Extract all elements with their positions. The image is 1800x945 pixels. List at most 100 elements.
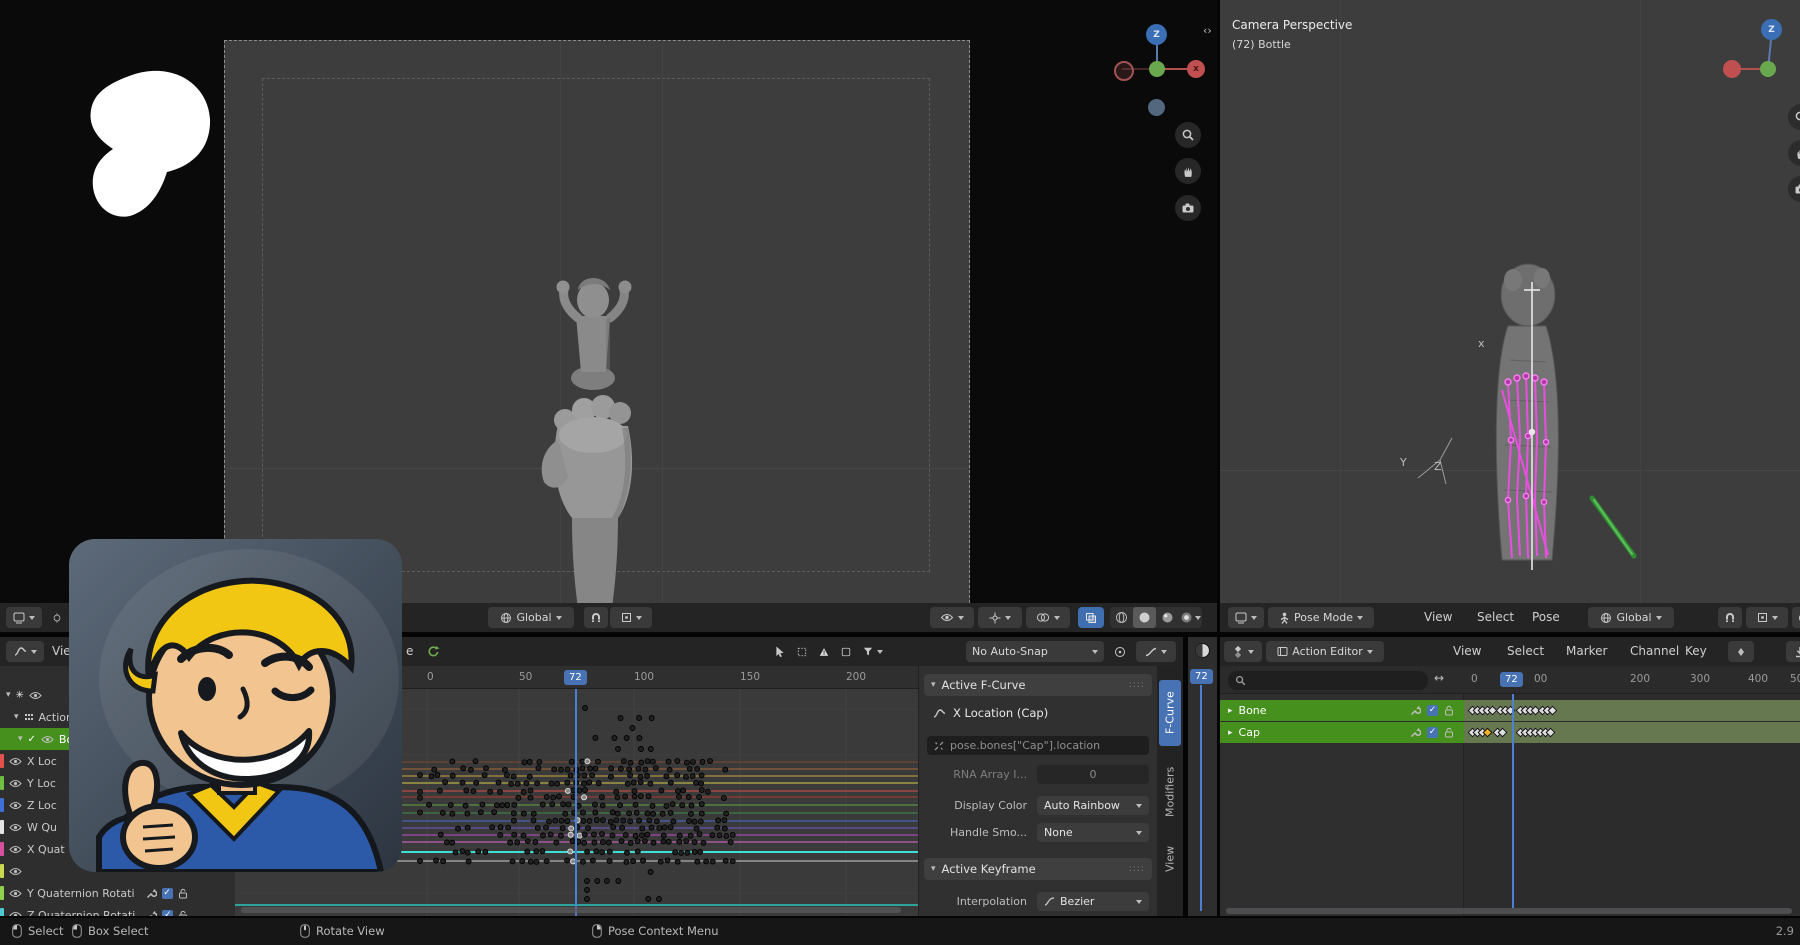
editor-type-icon[interactable] [1194, 642, 1211, 659]
filter-dropdown[interactable] [857, 641, 889, 662]
refresh-button[interactable] [420, 641, 446, 662]
zoom-button[interactable] [1175, 122, 1201, 148]
action-channel-row[interactable]: ▸Cap✓ [1220, 722, 1800, 743]
snap-toggle-button[interactable] [1718, 607, 1742, 628]
eye-icon[interactable] [9, 779, 22, 788]
eye-icon[interactable] [9, 889, 22, 898]
action-channel-cell[interactable]: ▸Bone✓ [1220, 700, 1464, 721]
rna-array-field[interactable]: 0 [1037, 765, 1149, 784]
eye-icon[interactable] [9, 801, 22, 810]
action-channel-area[interactable]: ▸Bone✓▸Cap✓ [1220, 694, 1800, 916]
ghost-curves-button[interactable] [835, 641, 857, 662]
menu-pose[interactable]: Pose [1532, 610, 1560, 624]
checkbox-checked[interactable]: ✓ [1427, 727, 1438, 738]
editor-type-button[interactable] [6, 607, 42, 628]
action-channel-cell[interactable]: ▸Cap✓ [1220, 722, 1464, 743]
action-key-band[interactable] [1464, 722, 1800, 743]
gizmo-z-axis[interactable]: Z [1761, 19, 1782, 40]
eye-icon[interactable] [29, 691, 42, 700]
editor-type-button[interactable] [6, 641, 44, 662]
overlays-dropdown[interactable] [1026, 607, 1070, 628]
keyframe-diamond[interactable] [1483, 728, 1493, 738]
gizmos-dropdown[interactable] [978, 607, 1022, 628]
expand-triangle-icon[interactable]: ▸ [1228, 728, 1233, 738]
nav-gizmo[interactable]: Z x [1100, 18, 1217, 128]
eye-icon[interactable] [9, 757, 22, 766]
gizmo-camera-dot[interactable] [1148, 99, 1165, 116]
editor-type-button[interactable] [1224, 641, 1262, 662]
camera-view-button[interactable] [1788, 176, 1800, 202]
checkbox-checked[interactable]: ✓ [162, 910, 173, 917]
wrench-icon[interactable] [1410, 705, 1421, 716]
warning-button[interactable] [813, 641, 835, 662]
graph-channel-row[interactable]: Z Quaternion Rotati✓ [0, 904, 235, 916]
camera-view-button[interactable] [1175, 195, 1201, 221]
rna-path-field[interactable]: pose.bones["Cap"].location [927, 736, 1149, 755]
shading-rendered-button[interactable] [1179, 611, 1202, 624]
move-view-button[interactable] [1788, 140, 1800, 166]
push-down-button[interactable] [1786, 641, 1800, 662]
lock-icon[interactable] [178, 910, 188, 917]
checkbox-checked[interactable]: ✓ [1427, 705, 1438, 716]
lock-icon[interactable] [1444, 727, 1454, 738]
viewport-3d-right[interactable]: Camera Perspective (72) Bottle [1220, 0, 1800, 603]
playhead-line[interactable] [1200, 685, 1202, 911]
gizmo-x-axis[interactable]: x [1187, 60, 1205, 78]
normalize-label-fragment[interactable]: e [406, 644, 413, 658]
keyframe-diamond[interactable] [1498, 728, 1508, 738]
expand-triangle-icon[interactable]: ▾ [6, 690, 11, 700]
action-key-band[interactable] [1464, 700, 1800, 721]
wrench-icon[interactable] [146, 910, 157, 917]
graph-horizontal-scrollbar[interactable] [241, 907, 901, 913]
transform-orientation-dropdown[interactable]: Global [1588, 607, 1674, 628]
gizmo-y-axis[interactable] [1149, 61, 1165, 77]
shading-solid-button[interactable] [1133, 607, 1156, 628]
eye-icon[interactable] [9, 911, 22, 917]
expand-triangle-icon[interactable]: ▾ [18, 734, 23, 744]
menu-view[interactable]: View [1424, 610, 1452, 624]
playhead-line[interactable] [1512, 694, 1514, 908]
snap-toggle-button[interactable] [584, 607, 608, 628]
panel-active-keyframe-header[interactable]: ▾ Active Keyframe :::: [924, 858, 1152, 880]
wrench-icon[interactable] [146, 888, 157, 899]
shading-wireframe-button[interactable] [1110, 611, 1133, 624]
visibility-dropdown[interactable] [930, 607, 974, 628]
wrench-icon[interactable] [1410, 727, 1421, 738]
gizmo-z-axis[interactable]: Z [1146, 24, 1167, 45]
proportional-edit-button[interactable] [1108, 641, 1132, 662]
menu-view[interactable]: View [1453, 644, 1481, 658]
interpolation-dropdown[interactable]: Bezier [1037, 892, 1149, 911]
playhead-frame-badge[interactable]: 72 [564, 670, 587, 685]
zoom-button[interactable] [1788, 104, 1800, 130]
action-horizontal-scrollbar[interactable] [1226, 908, 1792, 914]
display-color-dropdown[interactable]: Auto Rainbow [1037, 796, 1149, 815]
sub-mode-dropdown[interactable]: Action Editor [1266, 641, 1384, 662]
mode-dropdown[interactable]: Pose Mode [1268, 607, 1374, 628]
falloff-dropdown[interactable] [1136, 641, 1176, 662]
menu-marker[interactable]: Marker [1566, 644, 1607, 658]
mini-timeline[interactable]: 72 [1188, 637, 1217, 916]
action-channel-row[interactable]: ▸Bone✓ [1220, 700, 1800, 721]
eye-icon[interactable] [9, 867, 22, 876]
menu-channel[interactable]: Channel [1630, 644, 1679, 658]
tab-fcurve[interactable]: F-Curve [1159, 680, 1181, 746]
auto-snap-dropdown[interactable]: No Auto-Snap [966, 641, 1104, 662]
eye-icon[interactable] [41, 735, 54, 744]
marquee-select-button[interactable] [791, 641, 813, 662]
editor-type-button[interactable] [1228, 607, 1264, 628]
menu-key[interactable]: Key [1685, 644, 1707, 658]
lock-icon[interactable] [178, 888, 188, 899]
lock-icon[interactable] [1444, 705, 1454, 716]
checkbox-checked[interactable]: ✓ [162, 888, 173, 899]
transform-orientation-dropdown[interactable]: Global [488, 607, 574, 628]
panel-active-fcurve-header[interactable]: ▾ Active F-Curve :::: [924, 674, 1152, 696]
playhead-frame-badge[interactable]: 72 [1500, 672, 1523, 687]
playhead-frame-badge[interactable]: 72 [1190, 669, 1213, 684]
move-view-button[interactable] [1175, 158, 1201, 184]
keyframe-diamond[interactable] [1546, 728, 1556, 738]
value-stepper-buttons[interactable] [1728, 641, 1754, 662]
cursor-tool-button[interactable] [769, 641, 791, 662]
tab-modifiers[interactable]: Modifiers [1159, 754, 1181, 830]
gizmo-x-neg-axis[interactable] [1114, 61, 1134, 81]
mode-icon-button[interactable] [46, 607, 68, 628]
